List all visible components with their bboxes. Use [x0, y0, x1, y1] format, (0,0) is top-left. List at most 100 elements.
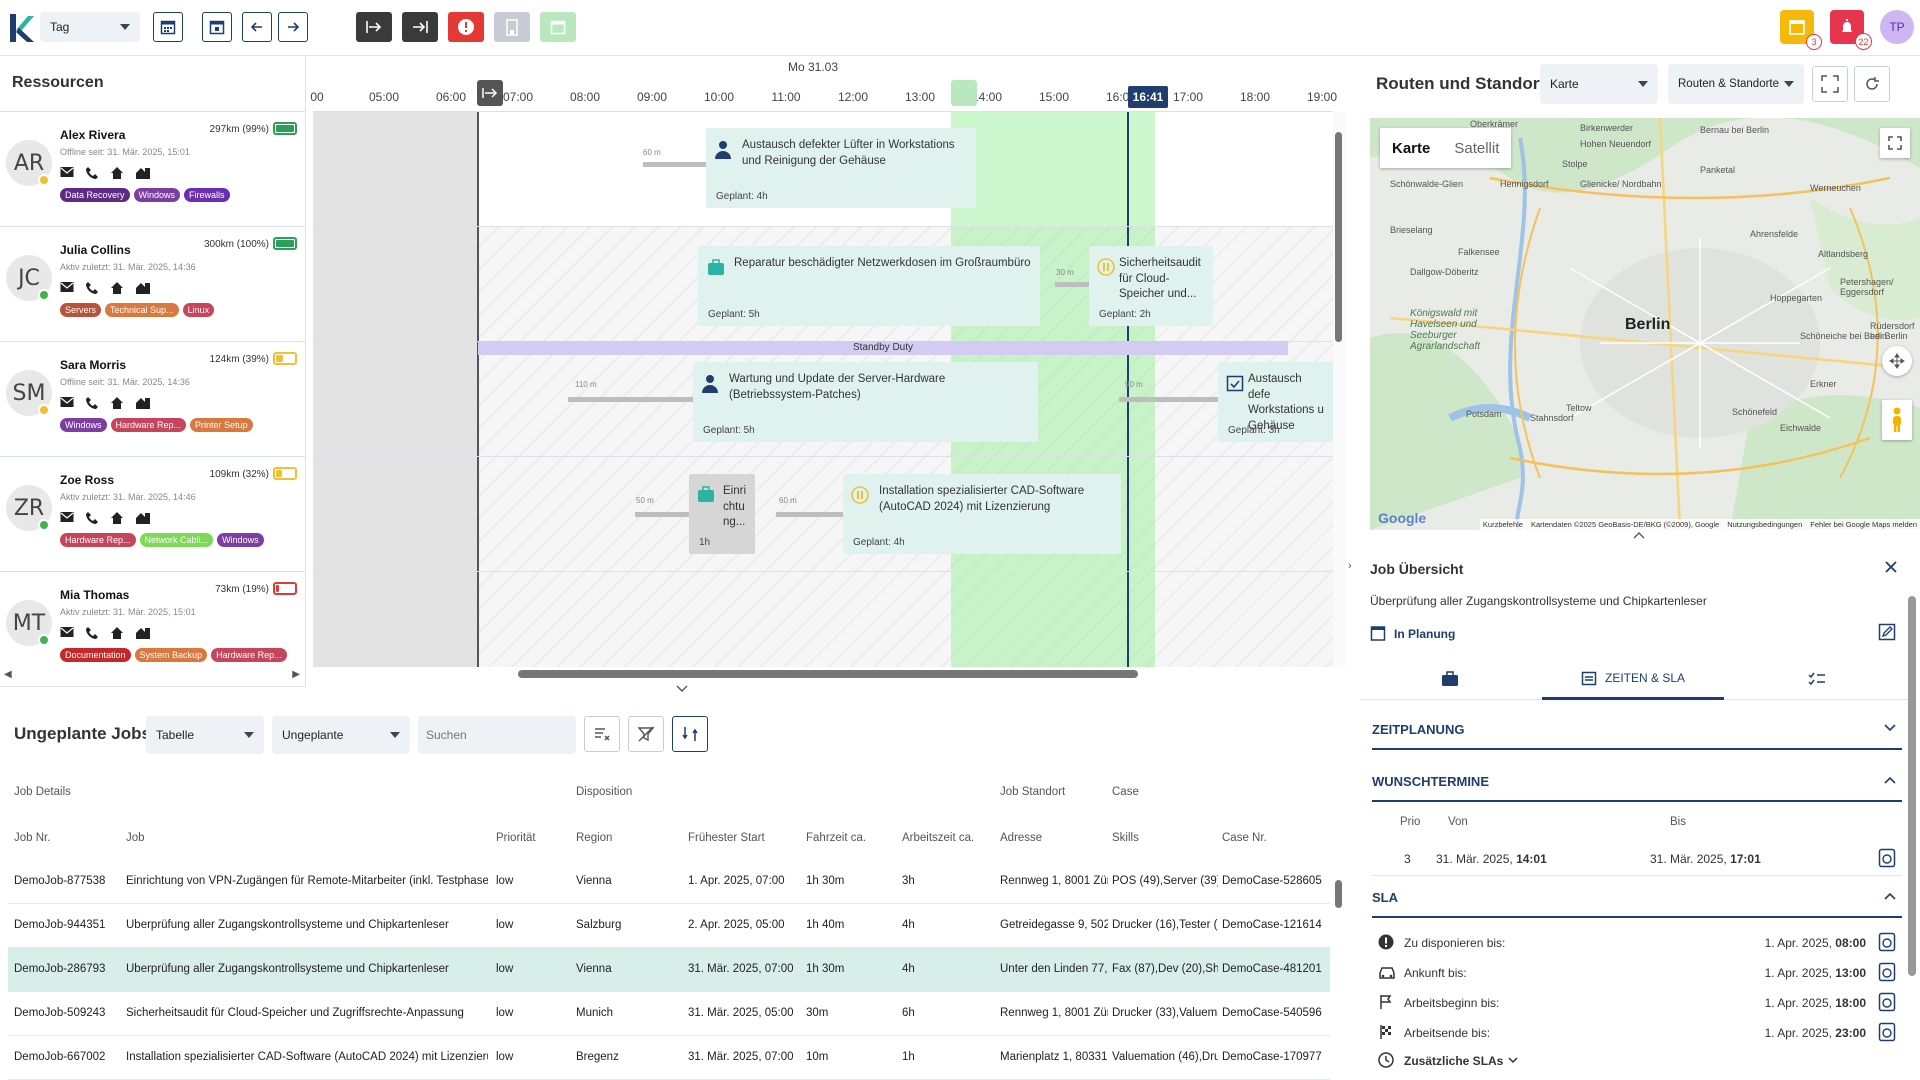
table-vscroll[interactable] — [1333, 860, 1345, 1080]
home-icon[interactable] — [110, 281, 126, 295]
tab-details[interactable] — [1360, 658, 1540, 700]
next-day-button[interactable] — [278, 12, 308, 42]
edit-icon[interactable] — [1878, 623, 1896, 641]
attrib-terms[interactable]: Nutzungsbedingungen — [1727, 520, 1802, 529]
collapse-handle[interactable] — [676, 685, 690, 695]
mail-icon[interactable] — [60, 166, 76, 180]
search-input[interactable] — [418, 716, 576, 754]
urgent-button[interactable] — [448, 12, 484, 42]
table-row[interactable]: DemoJob-944351 Überprüfung aller Zugangsk… — [8, 904, 1330, 948]
map-pan-control[interactable] — [1882, 346, 1912, 376]
column-header[interactable]: Region — [576, 832, 612, 844]
scroll-thumb[interactable] — [1335, 132, 1342, 342]
close-icon[interactable] — [1884, 560, 1898, 574]
column-header[interactable]: Job Nr. — [14, 832, 50, 844]
calendar-green-button[interactable] — [540, 12, 576, 42]
mail-icon[interactable] — [60, 511, 76, 525]
column-header[interactable]: Adresse — [1000, 832, 1042, 844]
building-home-icon[interactable] — [135, 626, 151, 640]
street-view-button[interactable] — [1882, 400, 1912, 440]
clear-sort-button[interactable] — [584, 716, 620, 752]
chevron-right-icon[interactable]: › — [1348, 560, 1352, 572]
calendar-button[interactable] — [153, 12, 183, 42]
planned-job[interactable]: Installation spezialisierter CAD-Softwar… — [843, 474, 1121, 554]
building-home-icon[interactable] — [135, 281, 151, 295]
alerts-button[interactable]: 22 — [1830, 10, 1872, 50]
additional-sla-toggle[interactable]: Zusätzliche SLAs — [1372, 1046, 1902, 1076]
resource-row[interactable]: AR Alex Rivera Offline seit: 31. Mär. 20… — [0, 112, 306, 227]
mail-icon[interactable] — [60, 281, 76, 295]
phone-icon[interactable] — [85, 396, 101, 410]
calendar-marker[interactable] — [951, 80, 977, 106]
planned-job[interactable]: Wartung und Update der Server-Hardware (… — [693, 362, 1038, 442]
clear-filter-button[interactable] — [628, 716, 664, 752]
resources-hscroll[interactable]: ◀ ▶ — [0, 667, 306, 681]
scroll-left-icon[interactable]: ◀ — [4, 669, 12, 680]
view-mode-select[interactable]: Tag — [40, 12, 140, 42]
day-start-marker[interactable] — [477, 80, 503, 106]
column-header[interactable]: Priorität — [496, 832, 536, 844]
calendar-button-icon[interactable] — [1878, 932, 1896, 952]
home-icon[interactable] — [110, 511, 126, 525]
jump-to-end-button[interactable] — [402, 12, 438, 42]
scroll-right-icon[interactable]: ▶ — [292, 669, 300, 680]
calendar-button-icon[interactable] — [1878, 848, 1896, 868]
map-tab-karte[interactable]: Karte — [1380, 128, 1442, 168]
resource-row[interactable]: ZR Zoe Ross Aktiv zuletzt: 31. Mär. 2025… — [0, 457, 306, 572]
planned-job[interactable]: Reparatur beschädigter Netzwerkdosen im … — [698, 246, 1040, 326]
building-home-icon[interactable] — [135, 166, 151, 180]
column-header[interactable]: Arbeitszeit ca. — [902, 832, 974, 844]
refresh-map-button[interactable] — [1854, 66, 1890, 102]
timeline-hscroll[interactable] — [313, 667, 1333, 681]
map-type-select[interactable]: Karte — [1540, 64, 1658, 104]
building-home-icon[interactable] — [135, 511, 151, 525]
tab-times-sla[interactable]: ZEITEN & SLA — [1542, 658, 1724, 700]
column-header[interactable]: Fahrzeit ca. — [806, 832, 866, 844]
home-icon[interactable] — [110, 396, 126, 410]
column-header[interactable]: Skills — [1112, 832, 1139, 844]
table-row[interactable]: DemoJob-509243 Sicherheitsaudit für Cloud… — [8, 992, 1330, 1036]
scroll-thumb[interactable] — [518, 670, 1138, 678]
planned-job[interactable]: Sicherheitsaudit für Cloud-Speicher und.… — [1089, 246, 1213, 326]
table-row[interactable]: DemoJob-877538 Einrichtung von VPN-Zugäng… — [8, 860, 1330, 904]
phone-icon[interactable] — [85, 511, 101, 525]
planned-job[interactable]: Austausch defekter Lüfter in Workstation… — [706, 128, 976, 208]
fit-map-button[interactable] — [1812, 66, 1848, 102]
mail-icon[interactable] — [60, 396, 76, 410]
tab-checklist[interactable] — [1726, 658, 1908, 700]
attrib-shortcuts[interactable]: Kurzbefehle — [1483, 520, 1523, 529]
phone-icon[interactable] — [85, 281, 101, 295]
column-header[interactable]: Frühester Start — [688, 832, 765, 844]
map-layer-select[interactable]: Routen & Standorte — [1668, 64, 1804, 104]
map-collapse-handle[interactable] — [1633, 532, 1645, 539]
panel-vscroll[interactable] — [1908, 596, 1916, 976]
home-icon[interactable] — [110, 166, 126, 180]
scroll-thumb[interactable] — [1335, 880, 1342, 908]
column-header[interactable]: Case Nr. — [1222, 832, 1267, 844]
reassign-button[interactable] — [672, 716, 708, 752]
map-tab-satellit[interactable]: Satellit — [1442, 128, 1511, 168]
table-row[interactable]: DemoJob-286793 Überprüfung aller Zugangsk… — [8, 948, 1330, 992]
resource-row[interactable]: JC Julia Collins Aktiv zuletzt: 31. Mär.… — [0, 227, 306, 342]
building-button[interactable] — [494, 12, 530, 42]
notifications-button[interactable]: 3 — [1780, 10, 1822, 50]
calendar-button-icon[interactable] — [1878, 1022, 1896, 1042]
unplanned-view-select[interactable]: Tabelle — [146, 716, 264, 754]
fullscreen-button[interactable] — [1880, 128, 1910, 158]
calendar-button-icon[interactable] — [1878, 992, 1896, 1012]
home-icon[interactable] — [110, 626, 126, 640]
zeitplanung-section[interactable]: ZEITPLANUNG — [1372, 710, 1902, 750]
phone-icon[interactable] — [85, 166, 101, 180]
wunschtermine-section[interactable]: WUNSCHTERMINE — [1372, 762, 1902, 802]
user-avatar[interactable]: TP — [1880, 10, 1914, 44]
resource-row[interactable]: SM Sara Morris Offline seit: 31. Mär. 20… — [0, 342, 306, 457]
mail-icon[interactable] — [60, 626, 76, 640]
unplanned-filter-select[interactable]: Ungeplante — [272, 716, 410, 754]
table-row[interactable]: DemoJob-667002 Installation spezialisiert… — [8, 1036, 1330, 1080]
sla-section[interactable]: SLA — [1372, 878, 1902, 918]
timeline-vscroll[interactable] — [1333, 112, 1345, 667]
today-button[interactable] — [202, 12, 232, 42]
attrib-report[interactable]: Fehler bei Google Maps melden — [1810, 520, 1917, 529]
planned-job[interactable]: Einri chtu ng... 1h — [689, 474, 755, 554]
map-view[interactable]: Berlin Oberkrämer Birkenwerder Bernau bei … — [1370, 118, 1920, 530]
